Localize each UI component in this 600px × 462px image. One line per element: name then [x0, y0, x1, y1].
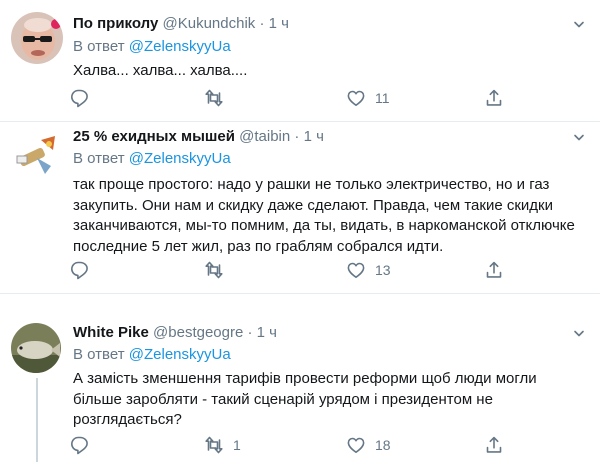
- reply-button[interactable]: [69, 435, 89, 455]
- like-count: 18: [375, 437, 391, 453]
- avatar-image: [11, 130, 63, 182]
- reply-mention-link[interactable]: @ZelenskyyUa: [129, 346, 231, 363]
- tweet-actions: 11: [64, 88, 524, 108]
- avatar[interactable]: [11, 323, 61, 373]
- share-icon: [486, 436, 502, 453]
- like-button[interactable]: 11: [346, 88, 390, 108]
- user-handle[interactable]: @taibin: [239, 128, 290, 145]
- tweet-actions: 1 18: [64, 435, 524, 455]
- display-name[interactable]: По приколу: [73, 15, 158, 32]
- user-handle[interactable]: @bestgeogre: [153, 324, 243, 341]
- reply-icon: [71, 89, 88, 108]
- avatar[interactable]: [11, 12, 63, 64]
- reply-mention-link[interactable]: @ZelenskyyUa: [129, 38, 231, 55]
- heart-icon: [347, 262, 365, 279]
- tweet-header: 25 % ехидных мышей @taibin · 1 ч: [73, 127, 324, 147]
- retweet-icon: [205, 261, 223, 279]
- timestamp[interactable]: 1 ч: [257, 324, 277, 341]
- separator-dot: ·: [259, 15, 265, 32]
- chevron-down-icon[interactable]: [572, 17, 586, 31]
- tweet-text: А замість зменшення тарифів провести реф…: [73, 370, 537, 428]
- like-button[interactable]: 18: [346, 435, 391, 455]
- tweet[interactable]: 25 % ехидных мышей @taibin · 1 ч В ответ…: [0, 122, 600, 294]
- retweet-button[interactable]: [204, 88, 233, 108]
- reply-button[interactable]: [69, 88, 89, 108]
- share-button[interactable]: [484, 435, 504, 455]
- share-button[interactable]: [484, 260, 504, 280]
- reply-mention-link[interactable]: @ZelenskyyUa: [129, 150, 231, 167]
- retweet-button[interactable]: 1: [204, 435, 241, 455]
- timestamp[interactable]: 1 ч: [269, 15, 289, 32]
- user-handle[interactable]: @Kukundchik: [163, 15, 256, 32]
- reply-context: В ответ @ZelenskyyUa: [73, 37, 231, 57]
- share-button[interactable]: [484, 88, 504, 108]
- tweet-header: По приколу @Kukundchik · 1 ч: [73, 14, 289, 34]
- thread-line: [36, 378, 38, 462]
- retweet-icon: [205, 436, 223, 454]
- tweet-text: так проще простого: надо у рашки не толь…: [73, 176, 575, 255]
- retweet-count: 1: [233, 437, 241, 453]
- timestamp[interactable]: 1 ч: [304, 128, 324, 145]
- tweet-text: Халва... халва... халва....: [73, 62, 248, 79]
- tweet[interactable]: По приколу @Kukundchik · 1 ч В ответ @Ze…: [0, 0, 600, 122]
- reply-prefix: В ответ: [73, 38, 125, 55]
- avatar[interactable]: [11, 130, 63, 182]
- reply-icon: [71, 436, 88, 455]
- reply-button[interactable]: [69, 260, 89, 280]
- reply-context: В ответ @ZelenskyyUa: [73, 345, 231, 365]
- tweet-header: White Pike @bestgeogre · 1 ч: [73, 323, 277, 343]
- reply-prefix: В ответ: [73, 346, 125, 363]
- avatar-image: [11, 323, 61, 373]
- like-count: 13: [375, 262, 391, 278]
- reply-prefix: В ответ: [73, 150, 125, 167]
- tweet[interactable]: White Pike @bestgeogre · 1 ч В ответ @Ze…: [0, 294, 600, 462]
- chevron-down-icon[interactable]: [572, 326, 586, 340]
- heart-icon: [347, 90, 365, 106]
- share-icon: [486, 89, 502, 106]
- reply-icon: [71, 261, 88, 280]
- like-button[interactable]: 13: [346, 260, 391, 280]
- retweet-icon: [205, 89, 223, 107]
- avatar-image: [11, 12, 63, 64]
- separator-dot: ·: [247, 324, 253, 341]
- heart-icon: [347, 437, 365, 454]
- chevron-down-icon[interactable]: [572, 130, 586, 144]
- tweet-actions: 13: [64, 260, 524, 280]
- retweet-button[interactable]: [204, 260, 233, 280]
- display-name[interactable]: 25 % ехидных мышей: [73, 128, 235, 145]
- reply-context: В ответ @ZelenskyyUa: [73, 149, 231, 169]
- separator-dot: ·: [294, 128, 300, 145]
- like-count: 11: [375, 90, 390, 106]
- display-name[interactable]: White Pike: [73, 324, 149, 341]
- share-icon: [486, 261, 502, 278]
